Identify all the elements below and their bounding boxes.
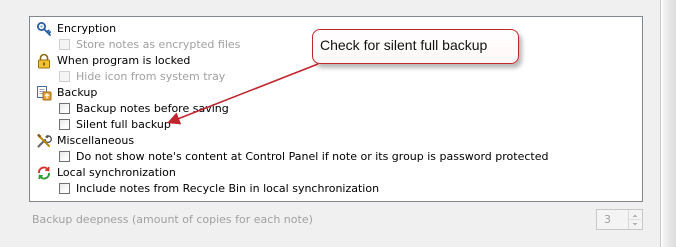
sync-icon (38, 166, 50, 180)
option-label: Do not show note's content at Control Pa… (76, 150, 549, 163)
annotation-callout: Check for silent full backup (312, 29, 519, 64)
window-left-edge (0, 0, 12, 247)
category-backup: Backup (30, 85, 630, 101)
option-label: Include notes from Recycle Bin in local … (76, 182, 380, 195)
backup-depth-label: Backup deepness (amount of copies for ea… (32, 213, 313, 226)
spinner-arrows (628, 210, 642, 229)
backup-icon (37, 86, 52, 101)
window-right-border (660, 0, 676, 247)
silent-full-backup-checkbox[interactable] (59, 119, 70, 130)
include-recycle-bin-checkbox[interactable] (59, 183, 70, 194)
chevron-down-icon (632, 223, 638, 226)
category-label: Local synchronization (57, 166, 176, 179)
category-label: Encryption (57, 22, 117, 35)
store-encrypted-checkbox[interactable] (59, 39, 70, 50)
hide-tray-icon-checkbox[interactable] (59, 71, 70, 82)
option-hide-tray-icon: Hide icon from system tray (30, 69, 630, 85)
option-hide-protected-content: Do not show note's content at Control Pa… (30, 149, 630, 165)
annotation-text: Check for silent full backup (320, 37, 488, 53)
option-silent-full-backup: Silent full backup (30, 117, 630, 133)
option-backup-before-saving: Backup notes before saving (30, 101, 630, 117)
option-label: Backup notes before saving (76, 102, 229, 115)
category-local-sync: Local synchronization (30, 165, 630, 181)
category-label: When program is locked (57, 54, 191, 67)
option-include-recycle-bin: Include notes from Recycle Bin in local … (30, 181, 630, 197)
backup-depth-value: 3 (604, 213, 611, 226)
option-label: Silent full backup (76, 118, 171, 131)
backup-before-saving-checkbox[interactable] (59, 103, 70, 114)
option-label: Hide icon from system tray (76, 70, 226, 83)
key-icon (37, 22, 52, 36)
option-label: Store notes as encrypted files (76, 38, 241, 51)
backup-depth-spinner[interactable]: 3 (596, 209, 643, 230)
tools-icon (37, 133, 52, 148)
category-miscellaneous: Miscellaneous (30, 133, 630, 149)
category-label: Miscellaneous (57, 134, 135, 147)
options-window: Encryption Store notes as encrypted file… (0, 0, 676, 247)
lock-icon (38, 53, 50, 69)
category-label: Backup (57, 86, 98, 99)
hide-protected-content-checkbox[interactable] (59, 151, 70, 162)
spinner-down-button[interactable] (629, 219, 641, 228)
